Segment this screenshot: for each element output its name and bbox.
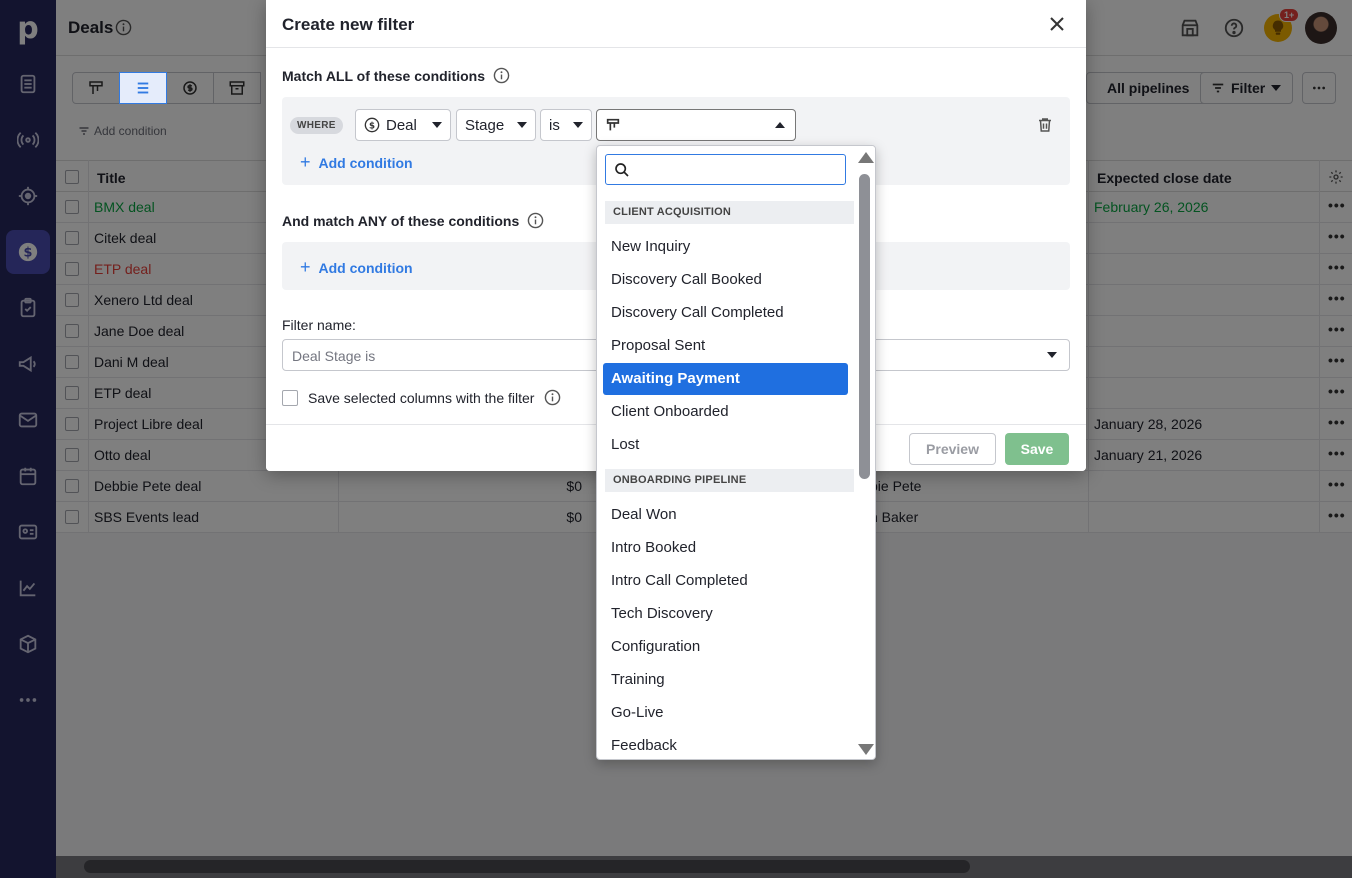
save-columns-checkbox[interactable] (282, 389, 298, 406)
info-icon[interactable] (544, 389, 561, 406)
plus-icon: + (300, 152, 311, 172)
match-any-label: And match ANY of these conditions (282, 212, 520, 229)
pipeline-icon (606, 118, 620, 131)
svg-text:$: $ (369, 121, 375, 131)
close-button[interactable] (1046, 13, 1068, 35)
dropdown-group-header: CLIENT ACQUISITION (605, 201, 854, 224)
close-icon (1050, 17, 1064, 31)
dropdown-scrollbar[interactable] (856, 146, 875, 759)
stage-dropdown: CLIENT ACQUISITION New Inquiry Discovery C… (596, 145, 876, 760)
chevron-down-icon (432, 122, 442, 128)
list-view-button[interactable] (119, 72, 167, 104)
save-columns-label: Save selected columns with the filter (308, 389, 535, 406)
dropdown-option[interactable]: Lost (603, 429, 848, 461)
dropdown-option[interactable]: Configuration (603, 631, 848, 663)
preview-button[interactable]: Preview (909, 433, 996, 465)
chevron-down-icon (517, 122, 527, 128)
save-button[interactable]: Save (1005, 433, 1069, 465)
chevron-down-icon[interactable] (1047, 352, 1057, 358)
stage-value-select[interactable] (596, 109, 796, 141)
dropdown-option[interactable]: Tech Discovery (603, 598, 848, 630)
plus-icon: + (300, 257, 311, 277)
dropdown-search-input[interactable] (605, 154, 846, 185)
dropdown-option[interactable]: Intro Call Completed (603, 565, 848, 597)
filter-name-label: Filter name: (282, 317, 356, 333)
where-tag: WHERE (290, 117, 343, 134)
dropdown-option[interactable]: Discovery Call Completed (603, 297, 848, 329)
dropdown-option[interactable]: Training (603, 664, 848, 696)
trash-icon[interactable] (1036, 116, 1054, 134)
match-all-label: Match ALL of these conditions (282, 67, 486, 84)
dropdown-option[interactable]: Intro Booked (603, 532, 848, 564)
modal-header: Create new filter (266, 0, 1086, 48)
dropdown-option[interactable]: Client Onboarded (603, 396, 848, 428)
field-select[interactable]: Stage (456, 109, 536, 141)
match-any-section: And match ANY of these conditions (282, 212, 544, 229)
operator-select[interactable]: is (540, 109, 592, 141)
operator-select-value: is (549, 116, 560, 134)
add-condition-any[interactable]: + Add condition (300, 257, 413, 278)
dropdown-option[interactable]: Awaiting Payment (603, 363, 848, 395)
list-icon (137, 82, 149, 94)
dropdown-option[interactable]: Discovery Call Booked (603, 264, 848, 296)
field-select-value: Stage (465, 116, 505, 134)
chevron-down-icon (573, 122, 583, 128)
entity-select[interactable]: $ Deal (355, 109, 451, 141)
dropdown-option[interactable]: New Inquiry (603, 231, 848, 263)
dropdown-option[interactable]: Proposal Sent (603, 330, 848, 362)
search-icon (615, 163, 629, 177)
info-icon[interactable] (527, 212, 544, 229)
scroll-down-arrow-icon[interactable] (858, 744, 874, 755)
save-columns-option: Save selected columns with the filter (282, 389, 561, 406)
scroll-up-arrow-icon[interactable] (858, 152, 874, 163)
entity-select-value: Deal (386, 116, 417, 134)
chevron-up-icon (775, 122, 785, 128)
dropdown-option[interactable]: Feedback (603, 730, 848, 759)
modal-title: Create new filter (282, 15, 415, 34)
dropdown-option[interactable]: Go-Live (603, 697, 848, 729)
info-icon[interactable] (493, 67, 510, 84)
deal-dollar-icon: $ (364, 117, 380, 133)
add-condition-all-label: Add condition (318, 154, 413, 171)
match-all-section: Match ALL of these conditions (282, 67, 510, 84)
add-condition-all[interactable]: + Add condition (300, 152, 413, 173)
add-condition-any-label: Add condition (318, 259, 413, 276)
dropdown-group-header: ONBOARDING PIPELINE (605, 469, 854, 492)
dropdown-scroll-thumb[interactable] (859, 174, 870, 479)
dropdown-option[interactable]: Deal Won (603, 499, 848, 531)
